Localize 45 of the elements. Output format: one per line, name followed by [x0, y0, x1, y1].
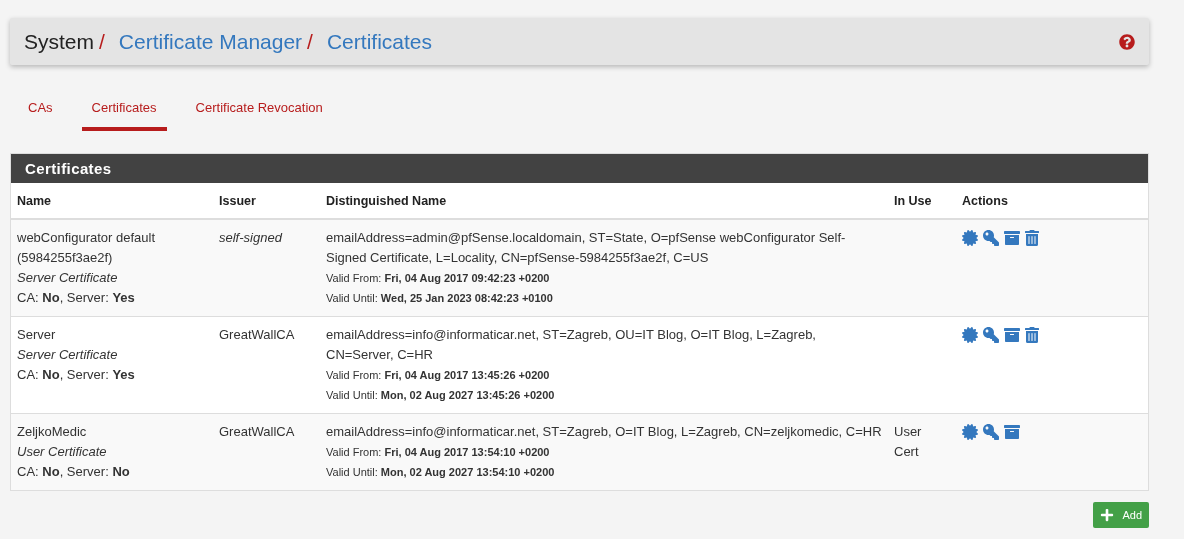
- valid-from: Valid From: Fri, 04 Aug 2017 09:42:23 +0200: [326, 272, 550, 284]
- panel-title: Certificates: [11, 154, 1148, 183]
- certificate-type: Server Certificate: [17, 269, 119, 287]
- certificate-name: Server: [17, 326, 57, 344]
- certificate-type: Server Certificate: [17, 346, 119, 364]
- archive-icon[interactable]: [1004, 424, 1020, 440]
- key-icon[interactable]: [983, 327, 999, 343]
- plus-icon: [1100, 508, 1115, 522]
- breadcrumb-text: System: [24, 29, 94, 54]
- issuer-text: GreatWallCA: [219, 423, 296, 441]
- in-use-text: User Cert: [894, 423, 923, 461]
- distinguished-name: emailAddress=info@informaticar.net, ST=Zagreb, O=IT Blog, L=Zagreb, CN=zeljkomedic, C=HR: [326, 423, 882, 441]
- valid-until: Valid Until: Mon, 02 Aug 2027 13:45:26 +0200: [326, 389, 555, 401]
- distinguished-name: emailAddress=info@informaticar.net, ST=Zagreb, OU=IT Blog, O=IT Blog, L=Zagreb, CN=Server, C=HR: [326, 326, 817, 364]
- certificate-flags: CA: No, Server: Yes: [17, 367, 135, 382]
- trash-icon[interactable]: [1025, 327, 1039, 343]
- certificate-icon[interactable]: [962, 327, 978, 343]
- trash-icon[interactable]: [1025, 230, 1039, 246]
- valid-from: Valid From: Fri, 04 Aug 2017 13:45:26 +0200: [326, 369, 550, 381]
- tab[interactable]: Certificates: [81, 91, 167, 131]
- breadcrumb-link[interactable]: Certificate Manager: [118, 29, 303, 54]
- certificate-flags: CA: No, Server: Yes: [17, 290, 135, 305]
- tab[interactable]: CAs: [18, 91, 63, 131]
- certificate-name: webConfigurator default (5984255f3ae2f): [17, 229, 157, 267]
- key-icon[interactable]: [983, 424, 999, 440]
- valid-until: Valid Until: Wed, 25 Jan 2023 08:42:23 +0100: [326, 292, 553, 304]
- issuer-text: self-signed: [219, 229, 284, 247]
- help-icon[interactable]: [1119, 33, 1135, 50]
- certificate-name: ZeljkoMedic: [17, 423, 88, 441]
- valid-until: Valid Until: Mon, 02 Aug 2027 13:54:10 +0200: [326, 466, 555, 478]
- tab[interactable]: Certificate Revocation: [185, 91, 333, 131]
- certificate-type: User Certificate: [17, 443, 108, 461]
- issuer-text: GreatWallCA: [219, 326, 296, 344]
- key-icon[interactable]: [983, 230, 999, 246]
- certificate-icon[interactable]: [962, 424, 978, 440]
- breadcrumb-link[interactable]: Certificates: [326, 29, 432, 54]
- certificate-icon[interactable]: [962, 230, 978, 246]
- add-button[interactable]: Add: [1093, 502, 1149, 528]
- distinguished-name: emailAddress=admin@pfSense.localdomain, ST=State, O=pfSense webConfigurator Self-Signed Certificate, L=Locality, CN=pfSense-5984255f3ae2f, C=US: [326, 229, 847, 267]
- valid-from: Valid From: Fri, 04 Aug 2017 13:54:10 +0200: [326, 446, 550, 458]
- archive-icon[interactable]: [1004, 327, 1020, 343]
- certificate-flags: CA: No, Server: No: [17, 464, 130, 479]
- archive-icon[interactable]: [1004, 230, 1020, 246]
- breadcrumb-separator: /: [99, 29, 105, 54]
- breadcrumb-separator: /: [307, 29, 313, 54]
